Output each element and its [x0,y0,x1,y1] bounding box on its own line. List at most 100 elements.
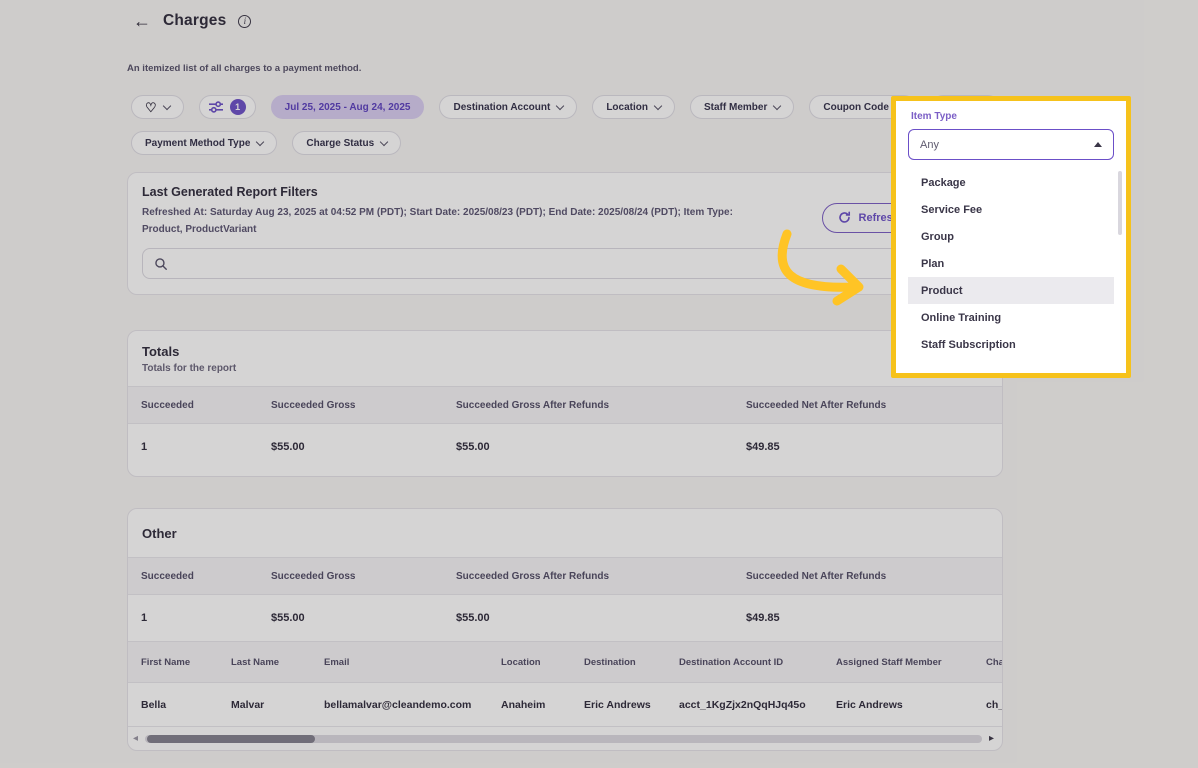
chevron-down-icon [256,137,265,146]
totals-title: Totals [142,344,180,359]
refresh-icon [838,211,851,224]
back-button[interactable]: ← [133,12,151,30]
cell: Eric Andrews [584,698,651,711]
payment-method-type-chip[interactable]: Payment Method Type [131,131,278,155]
column-header: Succeeded Net After Refunds [746,399,887,411]
column-header: Destination Account ID [679,656,784,668]
chip-label: Staff Member [704,101,768,113]
chip-label: Destination Account [453,101,551,113]
chevron-down-icon [556,101,565,110]
item-type-selected-value: Any [920,138,939,151]
item-type-option[interactable]: Product [908,277,1114,304]
filter-count-chip[interactable]: 1 [198,95,256,119]
other-title: Other [142,526,177,541]
charge-status-chip[interactable]: Charge Status [292,131,402,155]
cell: acct_1KgZjx2nQqHJq45o [679,698,806,711]
totals-card: Totals Totals for the report Succeeded S… [127,330,1003,477]
filter-count-badge: 1 [229,99,246,115]
favorites-filter-chip[interactable]: ♡ [131,95,184,119]
staff-member-chip[interactable]: Staff Member [690,95,795,119]
chip-label: Location [606,101,648,113]
search-input[interactable] [177,257,976,270]
cell: 1 [141,612,148,624]
page-title: Charges [163,12,227,29]
totals-data-row: 1 $55.00 $55.00 $49.85 [128,424,1002,470]
column-header: Last Name [231,656,280,668]
column-header: Succeeded Gross [271,399,356,411]
item-type-option[interactable]: Group [908,223,1114,250]
horizontal-scrollbar: ◂ ▸ [128,727,1002,744]
caret-up-icon [1094,142,1102,147]
chevron-down-icon [162,101,171,110]
scrollbar-thumb[interactable] [147,735,316,743]
cell: $55.00 [456,612,490,624]
date-range-label: Jul 25, 2025 - Aug 24, 2025 [284,101,411,113]
chip-label: Charge Status [306,137,375,149]
filter-row-1: ♡ 1 Jul 25, 2025 - Aug 24, 2025 Destinat… [131,95,1000,119]
chevron-down-icon [773,101,782,110]
scroll-right-icon[interactable]: ▸ [989,734,994,744]
column-header: Succeeded Gross After Refunds [456,570,610,582]
cell: $49.85 [746,612,780,624]
chip-label: Coupon Code [823,101,889,113]
cell: 1 [141,441,148,453]
filter-row-2: Payment Method Type Charge Status [131,131,402,155]
column-header: Charg [986,656,1002,668]
column-header: Assigned Staff Member [836,656,942,668]
cell: Eric Andrews [836,698,903,711]
page-header: ← Charges i [133,12,252,30]
item-type-option[interactable]: Online Training [908,304,1114,331]
search-bar [142,248,988,279]
destination-account-chip[interactable]: Destination Account [439,95,578,119]
cell: $55.00 [271,612,305,624]
item-type-option[interactable]: Package [908,169,1114,196]
column-header: Succeeded Gross After Refunds [456,399,610,411]
report-card-title: Last Generated Report Filters [142,185,318,199]
report-filters-card: Last Generated Report Filters Refreshed … [127,172,1003,295]
cell: Malvar [231,698,265,711]
chevron-down-icon [379,137,389,146]
other-detail-header-row: First Name Last Name Email Location Dest… [128,641,1002,683]
search-icon [154,257,168,271]
item-type-panel: Item Type Any Package Service Fee Group … [891,96,1131,378]
cell: $55.00 [456,441,490,453]
column-header: Destination [584,656,636,668]
column-header: Location [501,656,541,668]
heart-icon: ♡ [145,99,157,115]
column-header: First Name [141,656,191,668]
location-chip[interactable]: Location [592,95,675,119]
chevron-down-icon [653,101,663,110]
column-header: Email [324,656,350,668]
page-description: An itemized list of all charges to a pay… [127,63,362,74]
item-type-option[interactable]: Staff Subscription [908,331,1114,358]
totals-header-row: Succeeded Succeeded Gross Succeeded Gros… [128,386,1002,424]
cell: ch_2 [986,698,1002,711]
item-type-options-list: Package Service Fee Group Plan Product O… [896,169,1126,358]
cell: $55.00 [271,441,305,453]
info-icon[interactable]: i [238,14,252,28]
filter-sliders-icon [208,101,223,113]
table-row[interactable]: Bella Malvar bellamalvar@cleandemo.com A… [128,683,1002,727]
item-type-label: Item Type [911,111,957,122]
item-type-select[interactable]: Any [908,129,1114,160]
scroll-left-icon[interactable]: ◂ [133,734,138,744]
item-type-option[interactable]: Service Fee [908,196,1114,223]
column-header: Succeeded [141,570,194,582]
column-header: Succeeded Gross [271,570,356,582]
cell: bellamalvar@cleandemo.com [324,698,472,711]
cell: $49.85 [746,441,780,453]
other-summary-header-row: Succeeded Succeeded Gross Succeeded Gros… [128,557,1002,595]
report-filter-details: Refreshed At: Saturday Aug 23, 2025 at 0… [142,207,733,235]
item-type-option[interactable]: Plan [908,250,1114,277]
scrollbar-track[interactable] [145,735,982,743]
totals-subtitle: Totals for the report [142,363,237,374]
cell: Bella [141,698,167,711]
other-card: Other Succeeded Succeeded Gross Succeede… [127,508,1003,751]
date-range-chip[interactable]: Jul 25, 2025 - Aug 24, 2025 [270,95,425,119]
cell: Anaheim [501,698,546,711]
options-scrollbar[interactable] [1118,171,1122,235]
chip-label: Payment Method Type [145,137,251,149]
column-header: Succeeded [141,399,194,411]
other-summary-data-row: 1 $55.00 $55.00 $49.85 [128,595,1002,641]
column-header: Succeeded Net After Refunds [746,570,887,582]
